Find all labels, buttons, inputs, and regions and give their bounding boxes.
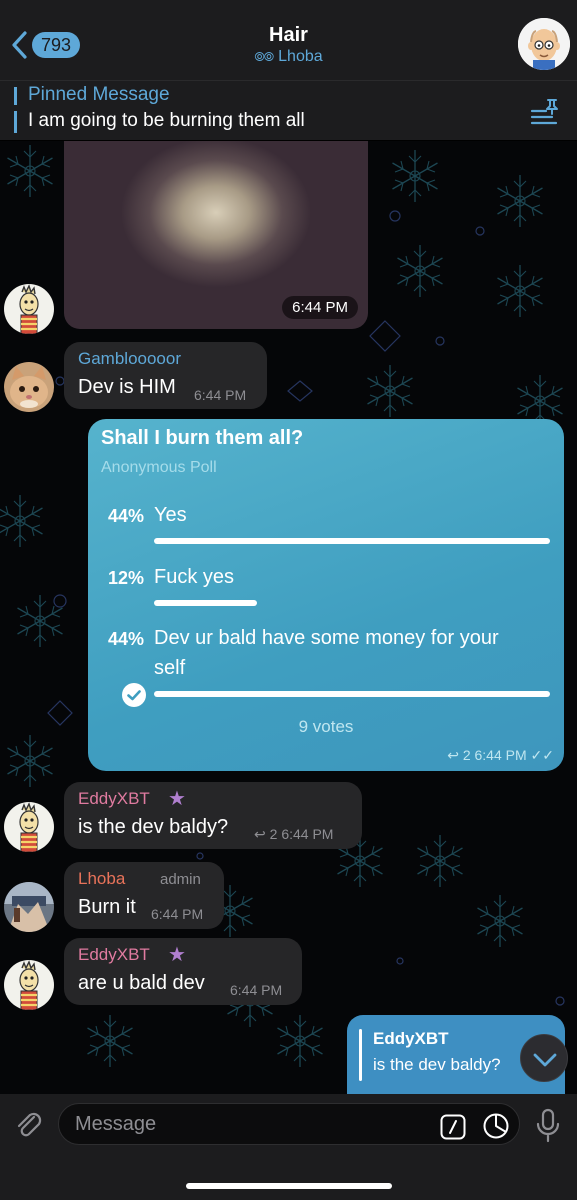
pin-list-icon[interactable]	[528, 97, 560, 125]
sender-avatar[interactable]	[4, 284, 54, 334]
quoted-sender[interactable]: EddyXBT	[373, 1029, 449, 1049]
message-meta: ↩ 2 6:44 PM	[254, 826, 333, 843]
reply-count[interactable]: 2	[463, 747, 471, 763]
bot-command-icon[interactable]	[440, 1114, 466, 1140]
scroll-down-button[interactable]	[520, 1034, 568, 1082]
poll-votes[interactable]: 9 votes	[88, 717, 564, 737]
message-text: is the dev baldy?	[78, 816, 229, 838]
message-time: 6:44 PM	[230, 982, 283, 998]
message-text: Burn it	[78, 896, 136, 918]
poll-option-label-cont[interactable]: self	[154, 657, 185, 680]
chat-subtitle: ⦾⦾ Lhoba	[0, 48, 577, 66]
poll-option-percent: 12%	[107, 568, 144, 588]
poll-option-bar	[154, 538, 550, 544]
poll-question: Shall I burn them all?	[101, 427, 304, 449]
message-bubble[interactable]: Lhoba admin Burn it 6:44 PM	[64, 862, 224, 929]
sticker-icon[interactable]	[482, 1112, 510, 1140]
reply-quote-bar	[359, 1029, 362, 1081]
quoted-text[interactable]: is the dev baldy?	[373, 1055, 501, 1075]
pinned-indicator	[14, 87, 17, 133]
pinned-message-bar[interactable]: Pinned Message I am going to be burning …	[0, 80, 577, 140]
poll-option-percent: 44%	[107, 506, 144, 526]
message-bubble[interactable]: EddyXBT ★ is the dev baldy? ↩ 2 6:44 PM	[64, 782, 362, 849]
home-indicator[interactable]	[186, 1183, 392, 1189]
message-input[interactable]	[75, 1104, 435, 1144]
sender-name[interactable]: EddyXBT	[78, 945, 150, 965]
sender-avatar[interactable]	[4, 802, 54, 852]
sender-name[interactable]: Lhoba	[78, 869, 125, 889]
chat-title[interactable]: Hair	[0, 24, 577, 47]
poll-option-bar	[154, 600, 257, 606]
paperclip-icon[interactable]	[14, 1110, 44, 1140]
photo-message[interactable]: 6:44 PM	[64, 141, 368, 329]
poll-option-bar	[154, 691, 550, 697]
reply-arrow-icon: ↩	[447, 747, 459, 763]
poll-option-label[interactable]: Yes	[154, 504, 187, 527]
cartoon-avatar-icon	[4, 284, 54, 334]
checkmark-icon	[122, 683, 146, 707]
message-bubble[interactable]: Gamblooooor Dev is HIM 6:44 PM	[64, 342, 267, 409]
sender-avatar[interactable]	[4, 882, 54, 932]
message-time: 6:44 PM	[281, 826, 334, 842]
sender-name[interactable]: Gamblooooor	[78, 349, 181, 369]
pinned-text: I am going to be burning them all	[28, 110, 305, 131]
microphone-icon[interactable]	[536, 1108, 560, 1144]
poll-option-label[interactable]: Fuck yes	[154, 566, 234, 589]
reply-arrow-icon: ↩	[254, 826, 266, 842]
double-check-icon: ✓✓	[530, 747, 554, 763]
admin-badge: admin	[160, 871, 201, 888]
reply-count[interactable]: 2	[270, 826, 278, 842]
subtitle-text: Lhoba	[278, 48, 323, 65]
message-bubble[interactable]: EddyXBT ★ are u bald dev 6:44 PM	[64, 938, 302, 1005]
bald-man-avatar-icon	[518, 18, 570, 70]
premium-star-icon: ★	[168, 944, 186, 966]
poll-option-label[interactable]: Dev ur bald have some money for your	[154, 627, 499, 650]
premium-star-icon: ★	[168, 788, 186, 810]
chevron-down-icon	[533, 1053, 557, 1067]
message-meta: ↩ 2 6:44 PM ✓✓	[447, 747, 554, 764]
poll-option-percent: 44%	[107, 629, 144, 649]
chat-area[interactable]: 6:44 PM Gamblooooor Dev is HIM 6:44 PM S…	[0, 141, 577, 1095]
cartoon-avatar-icon	[4, 802, 54, 852]
sender-avatar[interactable]	[4, 960, 54, 1010]
chat-avatar[interactable]	[518, 18, 570, 70]
poll-type: Anonymous Poll	[101, 459, 217, 476]
message-time: 6:44 PM	[194, 387, 247, 403]
pinned-title: Pinned Message	[28, 84, 170, 105]
message-text: Dev is HIM	[78, 376, 176, 398]
poll-message[interactable]: Shall I burn them all? Anonymous Poll 44…	[88, 419, 564, 771]
message-time: 6:44 PM	[282, 296, 358, 319]
cartoon-avatar-icon	[4, 960, 54, 1010]
message-text: are u bald dev	[78, 972, 205, 994]
eyes-icon: ⦾⦾	[254, 49, 274, 64]
message-time: 6:44 PM	[474, 747, 527, 763]
message-time: 6:44 PM	[151, 906, 204, 922]
chat-header: 793 Hair ⦾⦾ Lhoba	[0, 0, 577, 80]
cat-avatar-icon	[4, 362, 54, 412]
sender-name[interactable]: EddyXBT	[78, 789, 150, 809]
sender-avatar[interactable]	[4, 362, 54, 412]
street-avatar-icon	[4, 882, 54, 932]
